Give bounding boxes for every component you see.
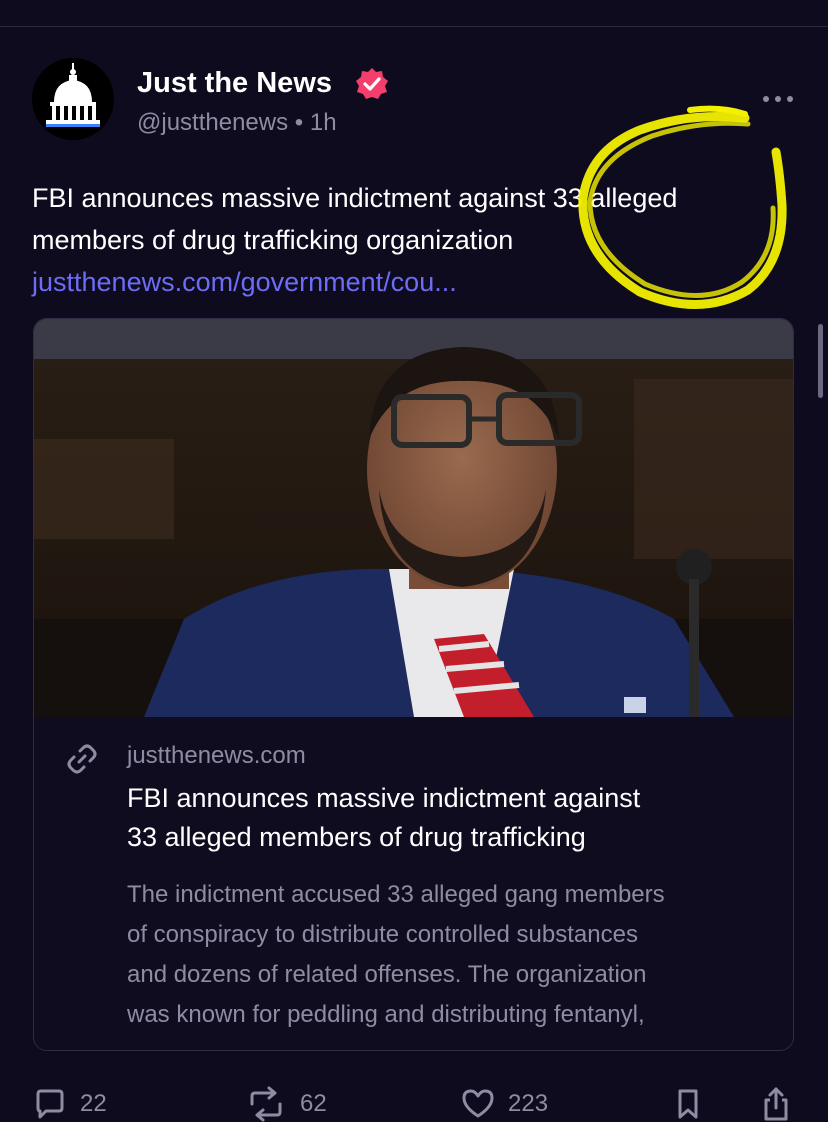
reply-button[interactable]: 22 [32, 1086, 107, 1122]
post-text-line: FBI announces massive indictment against… [32, 183, 678, 213]
post-text: FBI announces massive indictment against… [32, 177, 807, 303]
like-count: 223 [508, 1090, 549, 1117]
heart-icon [462, 1089, 494, 1118]
repost-button[interactable]: 62 [244, 1086, 327, 1122]
author-meta: @justthenews • 1h [137, 108, 337, 138]
reply-count: 22 [80, 1090, 107, 1117]
post-text-line: members of drug trafficking organization [32, 225, 514, 255]
bookmark-icon [678, 1089, 698, 1119]
article-photo [34, 319, 793, 717]
post-time: 1h [309, 109, 337, 136]
card-description: The indictment accused 33 alleged gang m… [127, 875, 767, 1035]
card-domain: justthenews.com [127, 742, 306, 769]
author-handle[interactable]: @justthenews [137, 109, 288, 136]
more-dots-icon[interactable] [758, 88, 798, 110]
like-button[interactable]: 223 [460, 1086, 548, 1122]
card-title-line: FBI announces massive indictment against [127, 783, 641, 813]
card-description-line: of conspiracy to distribute controlled s… [127, 921, 638, 948]
bookmark-button[interactable] [672, 1086, 704, 1122]
card-body: justthenews.com FBI announces massive in… [34, 717, 793, 1050]
capitol-dome-icon [32, 58, 114, 140]
scrollbar[interactable] [818, 324, 823, 398]
author-avatar[interactable] [32, 58, 114, 140]
verified-badge-icon [356, 68, 388, 99]
link-preview-card[interactable]: justthenews.com FBI announces massive in… [33, 318, 794, 1051]
author-display-name[interactable]: Just the News [137, 66, 332, 100]
share-button[interactable] [758, 1086, 794, 1122]
card-description-line: and dozens of related offenses. The orga… [127, 961, 647, 988]
meta-separator: • [294, 109, 304, 136]
post-link[interactable]: justthenews.com/government/cou... [32, 261, 807, 303]
card-title: FBI announces massive indictment against… [127, 779, 767, 857]
repost-count: 62 [300, 1090, 327, 1117]
card-description-line: was known for peddling and distributing … [127, 1001, 645, 1028]
top-divider [0, 0, 828, 27]
link-icon [67, 744, 97, 774]
card-title-line: 33 alleged members of drug trafficking [127, 822, 586, 852]
reply-icon [36, 1089, 64, 1119]
card-description-line: The indictment accused 33 alleged gang m… [127, 881, 665, 908]
repost-icon [250, 1086, 282, 1122]
share-icon [764, 1087, 788, 1121]
